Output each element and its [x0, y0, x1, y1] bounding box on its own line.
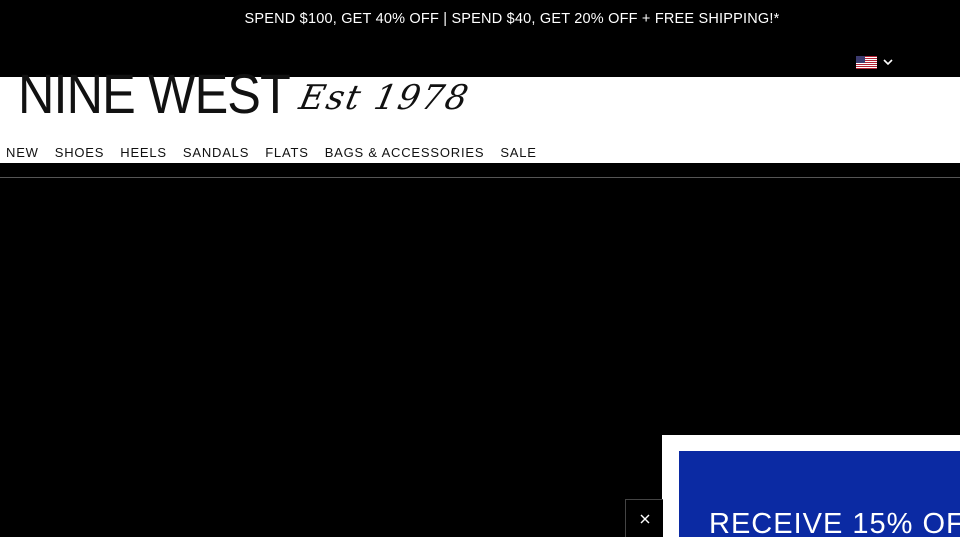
- main-nav: NEW SHOES HEELS SANDALS FLATS BAGS & ACC…: [0, 144, 547, 162]
- page: SPEND $100, GET 40% OFF | SPEND $40, GET…: [0, 0, 960, 537]
- popup-close-button[interactable]: [625, 499, 663, 537]
- chevron-down-icon: [883, 59, 893, 66]
- nav-item-bags-accessories[interactable]: BAGS & ACCESSORIES: [325, 144, 485, 162]
- nav-item-sale[interactable]: SALE: [500, 144, 536, 162]
- logo-wordmark: NINE WEST: [18, 62, 291, 125]
- close-icon: [640, 514, 649, 523]
- promo-text[interactable]: SPEND $100, GET 40% OFF | SPEND $40, GET…: [0, 11, 960, 27]
- header-divider: [0, 162, 960, 163]
- nav-item-shoes[interactable]: SHOES: [55, 144, 105, 162]
- nav-item-new[interactable]: NEW: [6, 144, 39, 162]
- country-selector[interactable]: [856, 55, 896, 69]
- us-flag-icon: [856, 55, 877, 69]
- nav-item-heels[interactable]: HEELS: [120, 144, 167, 162]
- logo-established-script: Est 1978: [295, 78, 474, 118]
- nav-item-flats[interactable]: FLATS: [265, 144, 309, 162]
- signup-popup-heading: RECEIVE 15% OFF: [709, 508, 960, 537]
- nav-item-sandals[interactable]: SANDALS: [183, 144, 249, 162]
